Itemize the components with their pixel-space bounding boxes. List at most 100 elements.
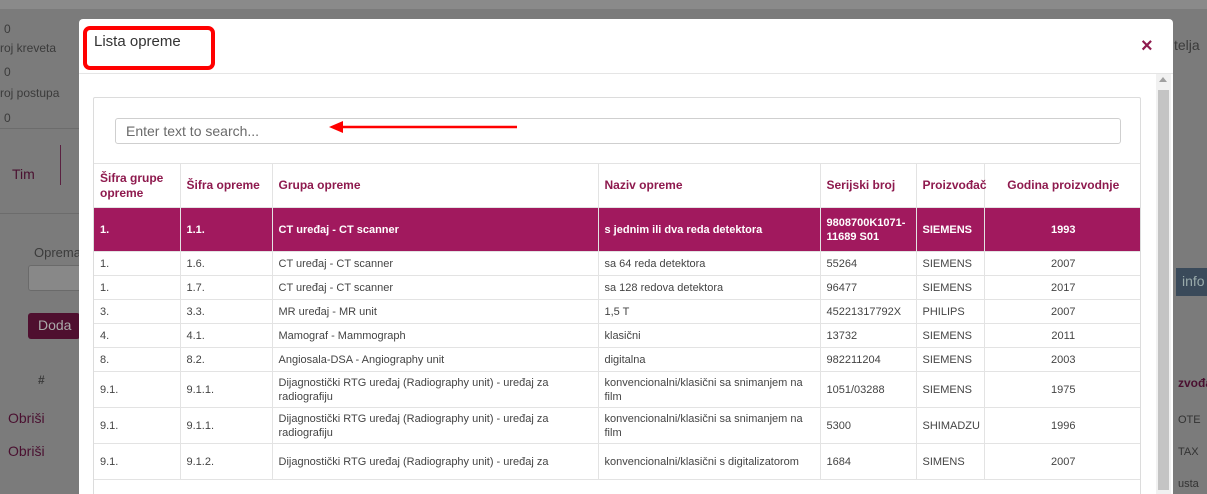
bg-delete-link-2[interactable]: Obriši: [8, 443, 45, 459]
cell-serial: 982211204: [820, 347, 917, 372]
cell-code: 1.1.: [180, 207, 273, 252]
bg-right-cell-1: OTE: [1178, 414, 1201, 426]
cell-group: Dijagnostički RTG uređaj (Radiography un…: [272, 371, 599, 408]
cell-year: 2011: [984, 323, 1140, 348]
cell-name: 1,5 T: [598, 299, 821, 324]
cell-maker: SIEMENS: [916, 371, 985, 408]
red-arrow-annotation: [329, 121, 517, 133]
bg-value-3: 0: [4, 111, 11, 125]
cell-maker: SIEMENS: [916, 251, 985, 276]
table-row-selected[interactable]: 1. 1.1. CT uređaj - CT scanner s jednim …: [94, 207, 1140, 252]
bg-right-title: telja: [1174, 37, 1200, 53]
table-row[interactable]: 9.1. 9.1.1. Dijagnostički RTG uređaj (Ra…: [94, 371, 1140, 408]
cell-name: sa 128 redova detektora: [598, 275, 821, 300]
table-row[interactable]: 4. 4.1. Mamograf - Mammograph klasični 1…: [94, 323, 1140, 348]
bg-right-cell-3: usta: [1178, 478, 1199, 490]
cell-group-code: 1.: [94, 207, 181, 252]
cell-code: 9.1.1.: [180, 407, 273, 444]
column-header-code[interactable]: Šifra opreme: [180, 163, 273, 208]
column-header-maker[interactable]: Proizvođač: [916, 163, 987, 208]
cell-name: konvencionalni/klasični s digitalizatoro…: [598, 443, 821, 480]
bg-right-cell-2: TAX: [1178, 446, 1199, 458]
cell-maker: SIEMENS: [916, 275, 985, 300]
cell-serial: 45221317792X: [820, 299, 917, 324]
column-header-serial[interactable]: Serijski broj: [820, 163, 917, 208]
bg-tab-divider: [60, 145, 61, 185]
cell-maker: SIMENS: [916, 443, 985, 480]
bg-value-2: 0: [4, 65, 11, 79]
bg-delete-link-1[interactable]: Obriši: [8, 410, 45, 426]
cell-serial: 1051/03288: [820, 371, 917, 408]
table-header-row: Šifra grupe opreme Šifra opreme Grupa op…: [94, 163, 1140, 208]
cell-group: Mamograf - Mammograph: [272, 323, 599, 348]
table-row[interactable]: 1. 1.6. CT uređaj - CT scanner sa 64 red…: [94, 251, 1140, 276]
bg-divider-2: [0, 213, 79, 214]
column-header-name[interactable]: Naziv opreme: [598, 163, 821, 208]
cell-code: 1.7.: [180, 275, 273, 300]
cell-year: 1975: [984, 371, 1140, 408]
cell-year: 1993: [984, 207, 1140, 252]
cell-maker: SIEMENS: [916, 207, 985, 252]
cell-code: 4.1.: [180, 323, 273, 348]
cell-name: sa 64 reda detektora: [598, 251, 821, 276]
cell-group: CT uređaj - CT scanner: [272, 207, 599, 252]
table-row[interactable]: 8. 8.2. Angiosala-DSA - Angiography unit…: [94, 347, 1140, 372]
cell-group-code: 9.1.: [94, 371, 181, 408]
bg-value-1: 0: [4, 22, 11, 36]
cell-year: 1996: [984, 407, 1140, 444]
table-row[interactable]: 1. 1.7. CT uređaj - CT scanner sa 128 re…: [94, 275, 1140, 300]
cell-year: 2003: [984, 347, 1140, 372]
bg-add-button[interactable]: Doda: [28, 313, 80, 339]
cell-serial: 96477: [820, 275, 917, 300]
column-header-group[interactable]: Grupa opreme: [272, 163, 599, 208]
table-row[interactable]: 9.1. 9.1.2. Dijagnostički RTG uređaj (Ra…: [94, 443, 1140, 480]
column-header-group-code[interactable]: Šifra grupe opreme: [94, 163, 181, 208]
bg-right-header: zvođač: [1178, 376, 1207, 390]
cell-group-code: 1.: [94, 275, 181, 300]
cell-serial: 13732: [820, 323, 917, 348]
scroll-up-icon[interactable]: [1159, 77, 1167, 82]
cell-code: 9.1.1.: [180, 371, 273, 408]
cell-year: 2017: [984, 275, 1140, 300]
bg-oprema-label: Oprema:: [34, 245, 85, 260]
equipment-table: Šifra grupe opreme Šifra opreme Grupa op…: [94, 163, 1140, 480]
cell-serial: 1684: [820, 443, 917, 480]
cell-name: klasični: [598, 323, 821, 348]
modal-header: Lista opreme ×: [79, 19, 1173, 74]
search-input[interactable]: [115, 118, 1121, 144]
cell-group: CT uređaj - CT scanner: [272, 275, 599, 300]
cell-code: 8.2.: [180, 347, 273, 372]
cell-code: 3.3.: [180, 299, 273, 324]
cell-group-code: 4.: [94, 323, 181, 348]
bg-hash-header: #: [38, 373, 45, 387]
cell-serial: 9808700K1071-11689 S01: [820, 207, 917, 252]
modal-title: Lista opreme: [94, 33, 181, 50]
bg-oprema-input[interactable]: [28, 265, 83, 291]
cell-name: digitalna: [598, 347, 821, 372]
cell-group: CT uređaj - CT scanner: [272, 251, 599, 276]
cell-year: 2007: [984, 443, 1140, 480]
column-header-year[interactable]: Godina proizvodnje: [984, 163, 1140, 208]
bg-info-button[interactable]: info: [1176, 268, 1207, 296]
bg-label-kreveta: roj kreveta: [0, 41, 57, 55]
cell-maker: SIEMENS: [916, 347, 985, 372]
cell-group: MR uređaj - MR unit: [272, 299, 599, 324]
cell-code: 9.1.2.: [180, 443, 273, 480]
cell-name: konvencionalni/klasični sa snimanjem na …: [598, 407, 821, 444]
cell-group-code: 9.1.: [94, 443, 181, 480]
cell-name: s jednim ili dva reda detektora: [598, 207, 821, 252]
table-row[interactable]: 9.1. 9.1.1. Dijagnostički RTG uređaj (Ra…: [94, 407, 1140, 444]
cell-serial: 55264: [820, 251, 917, 276]
bg-tab-tim[interactable]: Tim: [12, 166, 35, 182]
cell-group-code: 9.1.: [94, 407, 181, 444]
cell-serial: 5300: [820, 407, 917, 444]
close-icon[interactable]: ×: [1141, 35, 1153, 58]
bg-label-postupa: roj postupa: [0, 86, 60, 100]
table-row[interactable]: 3. 3.3. MR uređaj - MR unit 1,5 T 452213…: [94, 299, 1140, 324]
background-top-strip: [0, 0, 1207, 9]
modal-scrollbar[interactable]: [1156, 74, 1171, 494]
cell-maker: SHIMADZU: [916, 407, 985, 444]
cell-group: Dijagnostički RTG uređaj (Radiography un…: [272, 407, 599, 444]
cell-year: 2007: [984, 299, 1140, 324]
scrollbar-thumb[interactable]: [1158, 90, 1169, 490]
